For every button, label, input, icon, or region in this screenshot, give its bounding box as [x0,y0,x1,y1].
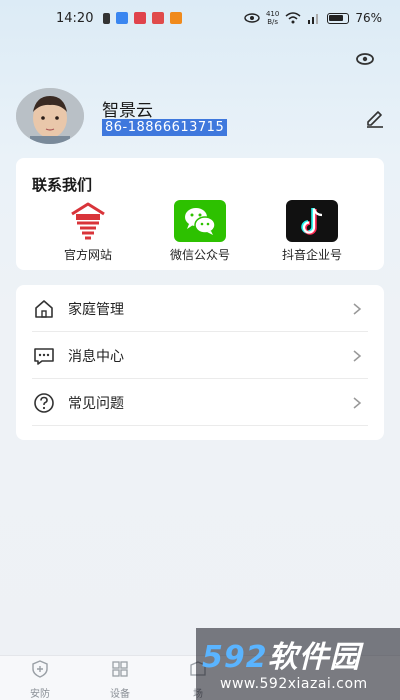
tab-devices[interactable]: 设备 [90,660,150,700]
net-speed-value: 410 [265,10,280,18]
notification-icons [103,12,183,24]
menu-item-message-center[interactable]: 消息中心 [16,332,384,379]
eye-status-icon [244,13,260,23]
status-right: 410 B/s 76% [244,10,382,26]
watermark-title: 592软件园 [202,632,361,676]
status-bar: 14:20 410 B/s 76% [0,0,400,36]
profile-header: 智景云 86-18866613715 [16,88,386,148]
watermark-title-text: 软件园 [267,640,361,675]
contact-card: 联系我们 官方网站 微信公众号 抖音企业号 [16,158,384,270]
contact-label: 微信公众号 [169,248,230,262]
contact-label: 官方网站 [63,248,112,262]
app-notification-icon [134,12,147,24]
watermark-url: www.592xiazai.com [220,676,368,692]
net-speed-unit: B/s [267,18,279,26]
menu-item-label: 家庭管理 [68,301,124,318]
sim-icon [103,12,111,24]
shield-icon [32,660,48,678]
status-time: 14:20 [56,10,94,26]
avatar-image [16,88,84,144]
battery-icon [327,12,350,24]
contact-label: 抖音企业号 [281,248,342,262]
watermark-title-number: 592 [202,640,268,675]
menu-item-home-management[interactable]: 家庭管理 [16,285,384,332]
chevron-right-icon [353,349,362,362]
douyin-icon [286,200,338,242]
menu-card: 家庭管理 消息中心 常见问题 [16,285,384,440]
tab-label: 安防 [30,689,50,700]
tab-label: 设备 [110,689,130,700]
grid-icon [112,661,128,677]
edit-icon[interactable] [364,106,386,128]
signal-icon [308,14,319,24]
wifi-icon [285,12,301,24]
battery-percent: 76% [355,11,382,25]
menu-item-faq[interactable]: 常见问题 [16,379,384,426]
contact-douyin[interactable]: 抖音企业号 [262,200,362,263]
app-notification-icon [116,12,129,24]
eye-icon[interactable] [354,50,376,68]
contact-wechat[interactable]: 微信公众号 [150,200,250,263]
user-phone: 86-18866613715 [102,119,228,136]
app-notification-icon [152,12,165,24]
divider [32,425,368,426]
message-icon [34,347,54,365]
user-name: 智景云 [102,101,153,121]
home-icon [35,299,53,318]
watermark-logo: 592软件园 www.592xiazai.com [196,628,400,700]
tab-security[interactable]: 安防 [10,660,70,700]
wechat-icon [174,200,226,242]
menu-item-label: 消息中心 [68,348,124,365]
net-speed: 410 B/s [266,10,279,26]
official-site-icon [62,200,114,242]
chevron-right-icon [353,396,362,409]
menu-item-label: 常见问题 [68,395,124,412]
contact-official-site[interactable]: 官方网站 [38,200,138,263]
chevron-right-icon [353,302,362,315]
app-notification-icon [170,12,183,24]
help-icon [34,392,54,413]
avatar[interactable] [16,88,84,144]
contact-title: 联系我们 [32,176,93,194]
